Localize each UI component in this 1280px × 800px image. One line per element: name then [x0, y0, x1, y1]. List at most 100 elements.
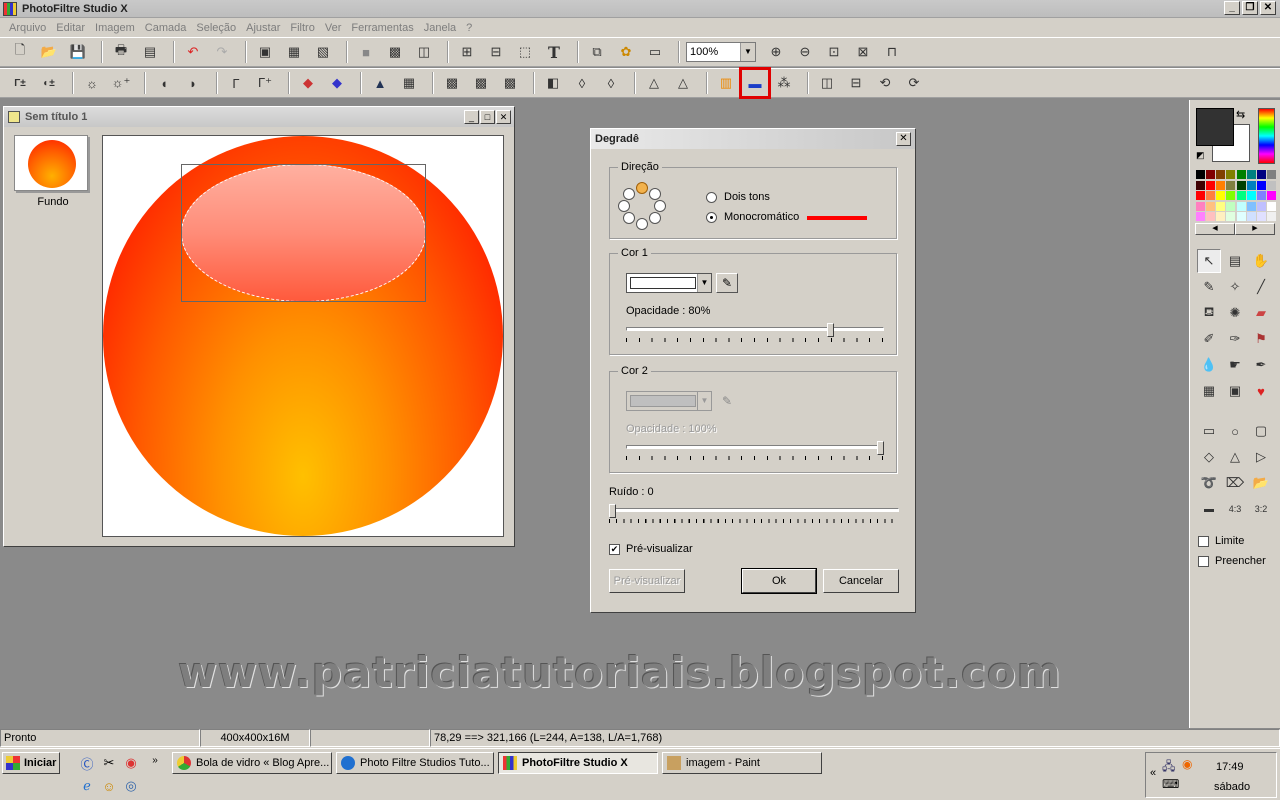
direction-dot-nw[interactable]	[623, 188, 635, 200]
direction-dial[interactable]	[618, 182, 666, 230]
palette-swatch[interactable]	[1236, 212, 1246, 222]
contrast-plus-icon[interactable]: ◗	[181, 71, 205, 95]
ratio-free-icon[interactable]: ▬	[1197, 497, 1221, 521]
direction-dot-s[interactable]	[636, 218, 648, 230]
menu-selecao[interactable]: Seleção	[191, 22, 241, 34]
fill-bucket-icon[interactable]: ⛾	[1197, 301, 1221, 325]
preview-checkbox[interactable]: ✔	[609, 543, 620, 555]
brush-icon[interactable]: ✐	[1197, 327, 1221, 351]
palette-swatch[interactable]	[1196, 191, 1205, 201]
doc-minimize-button[interactable]: _	[464, 110, 479, 124]
zoom-select[interactable]: 100% ▼	[686, 42, 756, 62]
smudge-icon[interactable]: ☛	[1223, 353, 1247, 377]
color-selector[interactable]: ⇆ ◩	[1196, 108, 1254, 164]
fill-checkbox-row[interactable]: Preencher	[1198, 555, 1266, 567]
menu-editar[interactable]: Editar	[51, 22, 90, 34]
transparency-icon[interactable]: ◫	[412, 40, 436, 64]
copy-image-icon[interactable]: ▦	[282, 40, 306, 64]
polygon-lasso-icon[interactable]: ⌦	[1223, 471, 1247, 495]
palette-swatch[interactable]	[1196, 180, 1205, 190]
rotate-left-icon[interactable]: ⟲	[873, 71, 897, 95]
keyboard-icon[interactable]: ⌨	[1162, 777, 1179, 791]
emboss-icon[interactable]: ▩	[498, 71, 522, 95]
palette-swatch[interactable]	[1266, 212, 1276, 222]
triangle-minus-icon[interactable]: △	[642, 71, 666, 95]
menu-camada[interactable]: Camada	[140, 22, 192, 34]
palette-swatch[interactable]	[1266, 170, 1276, 179]
palette-swatch[interactable]	[1256, 191, 1266, 201]
drop-minus-icon[interactable]: ◊	[570, 71, 594, 95]
palette-swatch[interactable]	[1226, 170, 1236, 179]
noise-slider[interactable]	[609, 504, 899, 525]
diamond-select-icon[interactable]: ◇	[1197, 445, 1221, 469]
ccleaner-icon[interactable]: Ⓒ	[78, 754, 96, 772]
palette-swatch[interactable]	[1196, 201, 1205, 211]
menu-imagem[interactable]: Imagem	[90, 22, 140, 34]
opacity1-slider-thumb[interactable]	[826, 323, 834, 337]
doc-close-button[interactable]: ✕	[496, 110, 511, 124]
gamma-minus-icon[interactable]: Γ	[224, 71, 248, 95]
eraser-icon[interactable]: ▰	[1249, 301, 1273, 325]
saturation-minus-icon[interactable]: ◆	[296, 71, 320, 95]
palette-swatch[interactable]	[1246, 180, 1256, 190]
ratio-4-3-icon[interactable]: 4:3	[1223, 497, 1247, 521]
menu-arquivo[interactable]: Arquivo	[4, 22, 51, 34]
print-icon[interactable]: 🖶	[109, 40, 133, 64]
color-palette-icon[interactable]: ▩	[383, 40, 407, 64]
palette-swatch[interactable]	[1226, 180, 1236, 190]
brightness-plus-icon[interactable]: ☼⁺	[109, 71, 133, 95]
palette-swatch[interactable]	[1216, 180, 1226, 190]
contrast-minus-icon[interactable]: ◖	[152, 71, 176, 95]
open-folder-icon[interactable]: 📂	[37, 40, 61, 64]
opacity1-slider[interactable]	[626, 323, 884, 344]
palette-swatch[interactable]	[1206, 201, 1216, 211]
menu-ajustar[interactable]: Ajustar	[241, 22, 285, 34]
selection-icon[interactable]: ⬚	[513, 40, 537, 64]
fit-window-icon[interactable]: ⊡	[822, 40, 846, 64]
palette-swatch[interactable]	[1236, 191, 1246, 201]
triangle-select-icon[interactable]: △	[1223, 445, 1247, 469]
task-paint[interactable]: imagem - Paint	[662, 752, 822, 774]
rotate-right-icon[interactable]: ⟳	[902, 71, 926, 95]
fill-checkbox[interactable]	[1198, 555, 1209, 567]
image-canvas[interactable]	[102, 135, 504, 537]
palette-swatch[interactable]	[1246, 201, 1256, 211]
histogram-icon[interactable]: ▲	[368, 71, 392, 95]
palette-swatch[interactable]	[1216, 201, 1226, 211]
palette-swatch[interactable]	[1206, 191, 1216, 201]
blur-drop-icon[interactable]: 💧	[1197, 353, 1221, 377]
palette-swatch[interactable]	[1206, 180, 1216, 190]
save-icon[interactable]: 💾	[66, 40, 90, 64]
scan-icon[interactable]: ▤	[138, 40, 162, 64]
limit-checkbox-row[interactable]: Limite	[1198, 535, 1244, 547]
canvas-size-icon[interactable]: ⊟	[484, 40, 508, 64]
menu-ver[interactable]: Ver	[320, 22, 347, 34]
palette-swatch[interactable]	[1206, 170, 1216, 179]
task-photofiltre[interactable]: PhotoFiltre Studio X	[498, 752, 658, 774]
brightness-minus-icon[interactable]: ☼	[80, 71, 104, 95]
palette-swatch[interactable]	[1196, 170, 1205, 179]
doc-maximize-button[interactable]: □	[480, 110, 495, 124]
swap-colors-icon[interactable]: ⇆	[1236, 108, 1245, 121]
redo-icon[interactable]: ↷	[210, 40, 234, 64]
palette-swatch[interactable]	[1246, 191, 1256, 201]
ellipse-select-icon[interactable]: ○	[1223, 419, 1247, 443]
ok-button[interactable]: Ok	[741, 568, 817, 594]
new-file-icon[interactable]: 🗋	[8, 40, 32, 64]
gamma-plus-icon[interactable]: Γ⁺	[253, 71, 277, 95]
color-spectrum[interactable]	[1258, 108, 1275, 164]
layers-icon[interactable]: ⧉	[585, 40, 609, 64]
palette-swatch[interactable]	[1256, 201, 1266, 211]
quicklaunch-more-icon[interactable]: »	[146, 751, 164, 769]
palette-swatch[interactable]	[1216, 170, 1226, 179]
full-screen-icon[interactable]: ⊠	[851, 40, 875, 64]
palette-swatch[interactable]	[1226, 212, 1236, 222]
color-balance-icon[interactable]: ▦	[397, 71, 421, 95]
ratio-3-2-icon[interactable]: 3:2	[1249, 497, 1273, 521]
menu-janela[interactable]: Janela	[419, 22, 461, 34]
puzzle-icon[interactable]: ✿	[614, 40, 638, 64]
slideshow-icon[interactable]: ⊓	[880, 40, 904, 64]
direction-dot-se[interactable]	[649, 212, 661, 224]
triangle-right-select-icon[interactable]: ▷	[1249, 445, 1273, 469]
avast-icon[interactable]: ◉	[1182, 757, 1192, 771]
